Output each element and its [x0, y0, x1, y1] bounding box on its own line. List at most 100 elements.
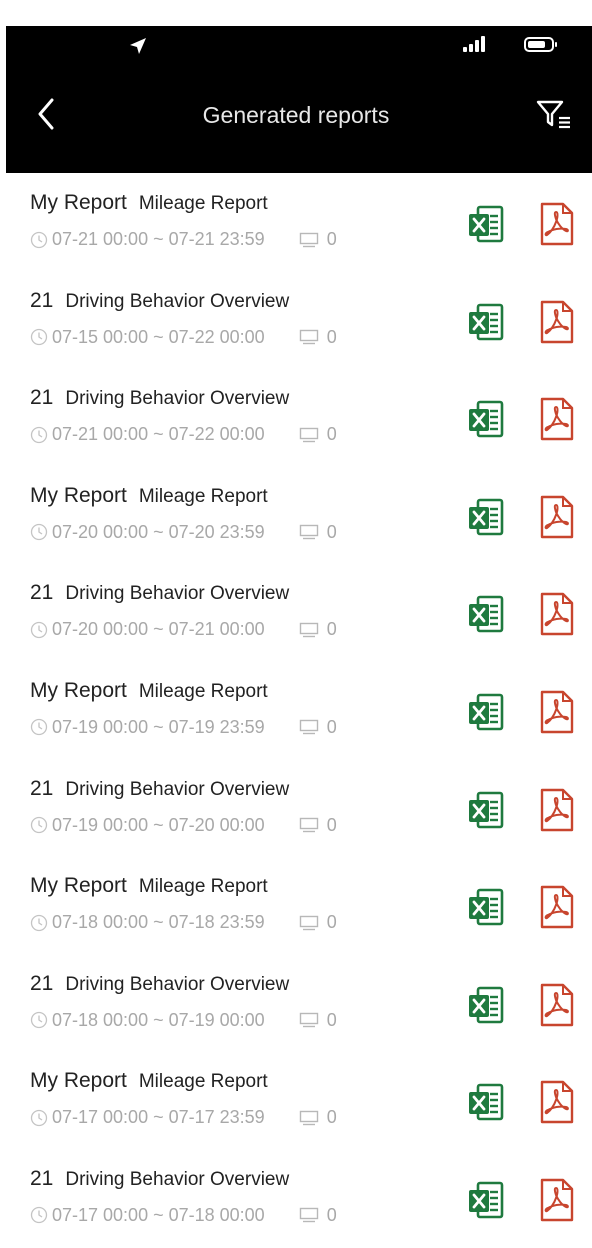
report-name: 21	[30, 971, 54, 995]
excel-download-button[interactable]	[466, 1179, 506, 1223]
filter-icon	[536, 100, 570, 129]
report-count: 0	[326, 814, 337, 835]
report-type: Mileage Report	[138, 1071, 268, 1093]
excel-download-button[interactable]	[466, 1081, 506, 1125]
pdf-file-icon	[540, 495, 574, 538]
excel-download-button[interactable]	[466, 301, 506, 345]
report-row[interactable]: My Report Mileage Report 07-21 00:00 ~ 0…	[0, 173, 592, 271]
report-meta: 07-21 00:00 ~ 07-22 00:00 0	[30, 424, 337, 445]
comment-icon	[299, 232, 318, 247]
comment-icon	[299, 720, 318, 735]
report-title: 21 Driving Behavior Overview	[30, 777, 289, 801]
comment-icon	[299, 427, 318, 442]
excel-download-button[interactable]	[466, 496, 506, 540]
filter-button[interactable]	[534, 96, 574, 132]
report-row[interactable]: My Report Mileage Report 07-20 00:00 ~ 0…	[0, 466, 592, 564]
report-type: Driving Behavior Overview	[65, 778, 290, 800]
clock-icon	[30, 426, 48, 443]
pdf-download-button[interactable]	[538, 1177, 576, 1223]
report-title: My Report Mileage Report	[30, 484, 268, 508]
report-name: 21	[30, 386, 54, 410]
report-name: My Report	[30, 1069, 127, 1093]
report-name: 21	[30, 288, 54, 312]
report-row[interactable]: 21 Driving Behavior Overview 07-20 00:00…	[0, 563, 592, 661]
pdf-file-icon	[540, 300, 574, 343]
report-count: 0	[326, 912, 337, 933]
pdf-download-button[interactable]	[538, 299, 576, 345]
signal-icon	[463, 36, 486, 52]
report-title: My Report Mileage Report	[30, 874, 268, 898]
report-title: 21 Driving Behavior Overview	[30, 1167, 289, 1191]
pdf-download-button[interactable]	[538, 494, 576, 540]
report-time-range: 07-15 00:00 ~ 07-22 00:00	[52, 326, 265, 347]
report-time-range: 07-21 00:00 ~ 07-22 00:00	[52, 424, 265, 445]
clock-icon	[30, 1109, 48, 1126]
clock-icon	[30, 524, 48, 541]
pdf-file-icon	[540, 983, 574, 1026]
excel-download-button[interactable]	[466, 593, 506, 637]
report-type: Driving Behavior Overview	[65, 290, 290, 312]
report-count: 0	[326, 521, 337, 542]
clock-icon	[30, 1012, 48, 1029]
excel-download-button[interactable]	[466, 886, 506, 930]
report-count: 0	[326, 424, 337, 445]
clock-icon	[30, 914, 48, 931]
report-row[interactable]: 21 Driving Behavior Overview 07-19 00:00…	[0, 759, 592, 857]
report-meta: 07-18 00:00 ~ 07-18 23:59 0	[30, 912, 337, 933]
excel-file-icon	[469, 791, 504, 828]
report-name: My Report	[30, 483, 127, 507]
report-row[interactable]: My Report Mileage Report 07-18 00:00 ~ 0…	[0, 856, 592, 954]
report-name: My Report	[30, 874, 127, 898]
excel-download-button[interactable]	[466, 691, 506, 735]
pdf-download-button[interactable]	[538, 884, 576, 930]
report-name: My Report	[30, 191, 127, 214]
report-row[interactable]: 21 Driving Behavior Overview 07-15 00:00…	[0, 271, 592, 369]
report-time-range: 07-19 00:00 ~ 07-20 00:00	[52, 814, 265, 835]
pdf-download-button[interactable]	[538, 201, 576, 247]
pdf-download-button[interactable]	[538, 591, 576, 637]
excel-file-icon	[469, 205, 504, 243]
report-row[interactable]: 21 Driving Behavior Overview 07-18 00:00…	[0, 954, 592, 1052]
pdf-file-icon	[540, 788, 574, 831]
report-count: 0	[326, 1204, 337, 1225]
excel-file-icon	[469, 498, 504, 536]
excel-file-icon	[469, 693, 504, 731]
report-row[interactable]: 21 Driving Behavior Overview 07-21 00:00…	[0, 368, 592, 466]
excel-download-button[interactable]	[466, 789, 506, 833]
report-type: Driving Behavior Overview	[65, 583, 290, 605]
comment-icon	[299, 817, 318, 833]
report-row[interactable]: 21 Driving Behavior Overview 07-17 00:00…	[0, 1149, 592, 1247]
excel-download-button[interactable]	[466, 203, 506, 247]
pdf-download-button[interactable]	[538, 787, 576, 833]
status-time: 14:31	[62, 32, 147, 59]
report-name: 21	[30, 581, 54, 605]
report-row[interactable]: My Report Mileage Report 07-17 00:00 ~ 0…	[0, 1051, 592, 1149]
excel-download-button[interactable]	[466, 398, 506, 442]
pdf-download-button[interactable]	[538, 396, 576, 442]
clock-icon	[30, 231, 48, 248]
pdf-file-icon	[540, 1178, 574, 1222]
report-name: 21	[30, 1166, 54, 1190]
report-row[interactable]: My Report Mileage Report 07-19 00:00 ~ 0…	[0, 661, 592, 759]
report-meta: 07-19 00:00 ~ 07-19 23:59 0	[30, 717, 337, 738]
report-meta: 07-18 00:00 ~ 07-19 00:00 0	[30, 1010, 337, 1031]
comment-icon	[299, 329, 318, 345]
report-title: 21 Driving Behavior Overview	[30, 581, 289, 605]
report-time-range: 07-17 00:00 ~ 07-18 00:00	[52, 1204, 265, 1225]
report-meta: 07-17 00:00 ~ 07-18 00:00 0	[30, 1205, 337, 1226]
location-arrow-icon	[130, 37, 147, 54]
pdf-file-icon	[540, 202, 574, 246]
pdf-download-button[interactable]	[538, 1079, 576, 1125]
clock-icon	[30, 328, 48, 346]
report-time-range: 07-18 00:00 ~ 07-18 23:59	[52, 912, 265, 933]
report-name: My Report	[30, 678, 127, 702]
pdf-download-button[interactable]	[538, 689, 576, 735]
excel-download-button[interactable]	[466, 984, 506, 1028]
report-type: Mileage Report	[138, 485, 268, 507]
excel-file-icon	[469, 596, 504, 633]
pdf-download-button[interactable]	[538, 982, 576, 1028]
clock-icon	[30, 621, 48, 639]
clock-icon	[30, 816, 48, 834]
comment-icon	[299, 915, 318, 930]
report-time-range: 07-21 00:00 ~ 07-21 23:59	[52, 229, 265, 249]
